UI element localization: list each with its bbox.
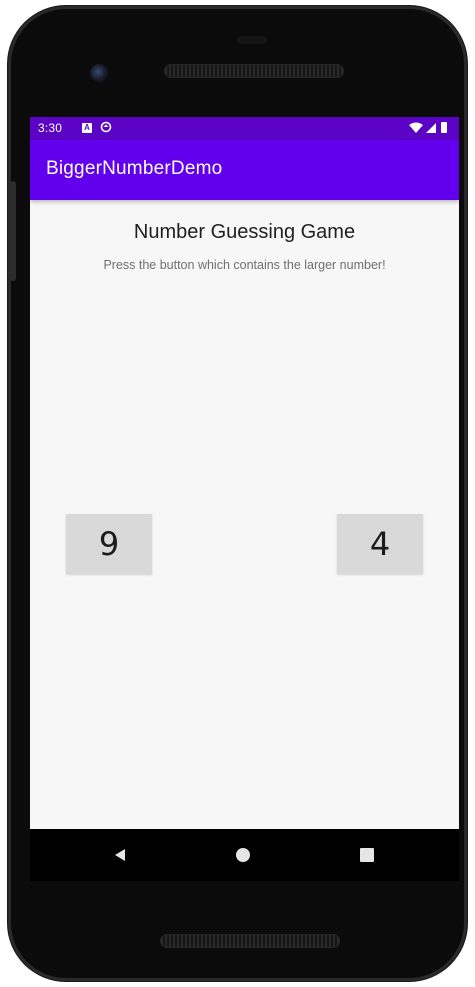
side-button xyxy=(10,181,16,281)
navigation-bar xyxy=(30,829,459,881)
instructions-text: Press the button which contains the larg… xyxy=(103,258,386,272)
earpiece-speaker xyxy=(164,64,344,78)
status-time: 3:30 xyxy=(38,121,63,135)
notification-a-icon: A xyxy=(82,123,92,133)
screen: 3:30 A BiggerNumberDemo Number Guessing … xyxy=(30,117,459,881)
wifi-icon xyxy=(409,122,423,133)
bottom-speaker xyxy=(160,934,340,948)
back-icon[interactable] xyxy=(112,847,128,863)
sync-icon xyxy=(100,121,112,133)
app-title: BiggerNumberDemo xyxy=(46,158,223,179)
recents-icon[interactable] xyxy=(360,848,374,862)
right-number-button[interactable]: 4 xyxy=(337,514,423,574)
left-number-button[interactable]: 9 xyxy=(66,514,152,574)
front-camera xyxy=(90,64,108,82)
home-icon[interactable] xyxy=(236,848,250,862)
status-right-icons xyxy=(409,122,447,133)
app-bar: BiggerNumberDemo xyxy=(30,140,459,200)
top-slot xyxy=(237,36,267,44)
page-title: Number Guessing Game xyxy=(133,221,356,243)
battery-icon xyxy=(441,122,447,133)
status-bar: 3:30 A xyxy=(30,117,459,140)
signal-icon xyxy=(426,123,436,133)
